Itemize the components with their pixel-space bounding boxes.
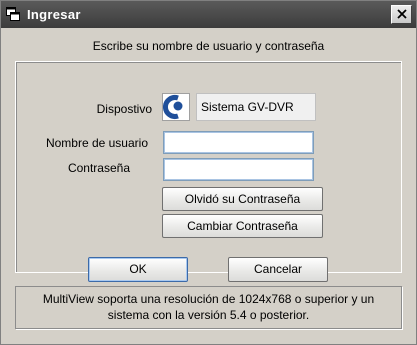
window-title: Ingresar — [27, 7, 81, 22]
instruction-text: Escribe su nombre de usuario y contraseñ… — [92, 39, 325, 53]
info-line-2: sistema con la versión 5.4 o posterior. — [107, 308, 310, 322]
device-label: Dispostivo — [96, 102, 152, 116]
close-button[interactable] — [391, 5, 412, 24]
windows-stack-icon — [6, 7, 20, 21]
close-icon — [396, 8, 407, 22]
password-label: Contraseña — [67, 161, 130, 175]
username-input[interactable] — [163, 131, 314, 154]
password-input[interactable] — [163, 158, 314, 181]
dialog-body: Escribe su nombre de usuario y contraseñ… — [4, 29, 413, 342]
title-bar[interactable]: Ingresar — [1, 1, 416, 28]
username-label: Nombre de usuario — [45, 136, 148, 150]
geovision-logo-icon — [162, 93, 190, 121]
ok-button[interactable]: OK — [88, 257, 188, 282]
change-password-button[interactable]: Cambiar Contraseña — [162, 214, 323, 238]
forgot-password-button[interactable]: Olvidó su Contraseña — [162, 187, 323, 211]
info-box: MultiView soporta una resolución de 1024… — [15, 286, 402, 329]
info-line-1: MultiView soporta una resolución de 1024… — [42, 292, 375, 306]
device-name-field: Sistema GV-DVR — [196, 93, 316, 121]
cancel-button[interactable]: Cancelar — [228, 257, 328, 282]
login-dialog: Ingresar Escribe su nombre de usuario y … — [0, 0, 417, 345]
